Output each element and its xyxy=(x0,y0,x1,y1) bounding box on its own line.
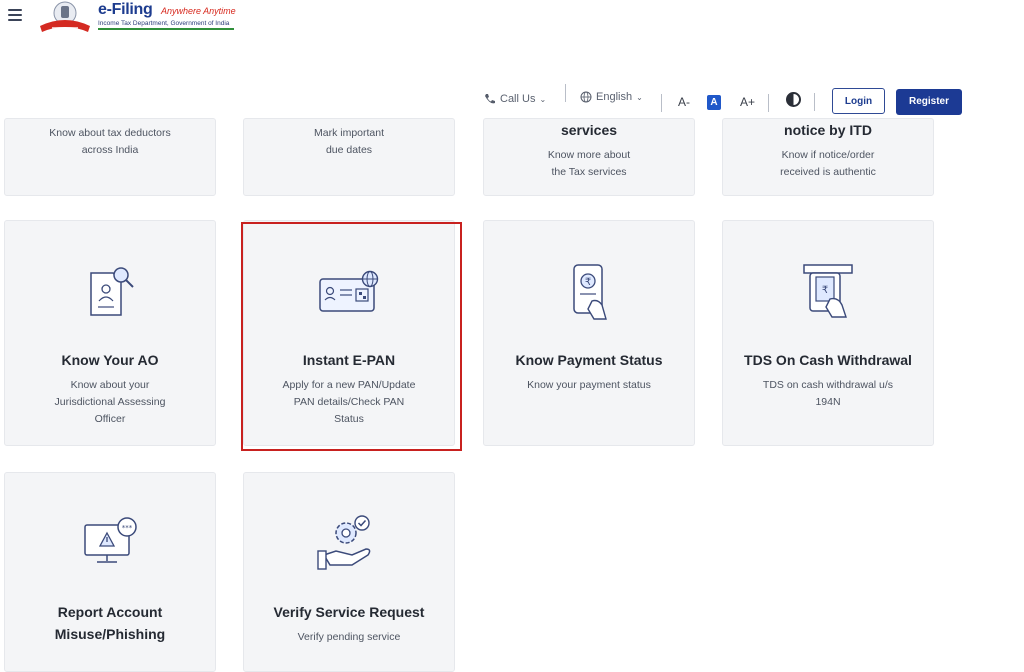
card-desc-line: Know about tax deductors xyxy=(49,127,171,139)
card-desc-line: Know if notice/order xyxy=(781,149,875,161)
card-desc-line: Verify pending service xyxy=(297,631,401,643)
card-desc-line: Mark important xyxy=(313,127,385,139)
font-default-button[interactable]: A xyxy=(707,95,721,110)
card-desc-line: Know your payment status xyxy=(527,379,651,391)
card-title: TDS On Cash Withdrawal xyxy=(744,352,912,368)
card-desc-line: Officer xyxy=(94,413,126,425)
document-search-icon xyxy=(90,267,134,316)
divider xyxy=(814,93,815,111)
phone-icon xyxy=(485,94,495,104)
hamburger-menu-icon[interactable] xyxy=(8,9,22,24)
hand-gear-check-icon xyxy=(317,515,371,570)
brand-underline xyxy=(98,28,234,30)
card-desc-line: received is authentic xyxy=(780,166,876,178)
card-title: notice by ITD xyxy=(784,122,872,138)
card-title-line: Misuse/Phishing xyxy=(54,626,166,642)
card-desc: Verify pending service xyxy=(266,629,432,646)
card-desc: TDS on cash withdrawal u/s 194N xyxy=(745,377,911,411)
card-desc: Know about your Jurisdictional Assessing… xyxy=(27,377,193,428)
card-tax-calendar[interactable]: Mark important due dates xyxy=(243,118,455,196)
card-title: Know Your AO xyxy=(61,352,159,368)
call-us-label: Call Us xyxy=(500,93,536,105)
card-title-line: Verify Service Request xyxy=(273,604,425,620)
svg-text:***: *** xyxy=(122,524,133,532)
card-desc: Mark important due dates xyxy=(266,125,432,159)
language-label: English xyxy=(596,91,633,103)
atm-withdrawal-icon: ₹ xyxy=(803,264,853,318)
card-desc-line: due dates xyxy=(325,144,373,156)
globe-icon xyxy=(580,91,592,103)
font-increase-button[interactable]: A+ xyxy=(740,95,755,109)
contrast-toggle-icon[interactable] xyxy=(786,92,801,107)
divider xyxy=(661,94,662,112)
language-selector[interactable]: English ⌄ xyxy=(580,82,643,112)
card-authenticate-notice[interactable]: notice by ITD Know if notice/order recei… xyxy=(722,118,934,196)
register-button[interactable]: Register xyxy=(896,89,962,115)
card-tds-on-cash-withdrawal[interactable]: ₹ TDS On Cash Withdrawal TDS on cash wit… xyxy=(722,220,934,446)
card-desc: Know if notice/order received is authent… xyxy=(745,147,911,181)
card-title: services xyxy=(560,122,618,138)
income-tax-emblem-logo[interactable] xyxy=(38,0,92,36)
monitor-warning-icon: *** xyxy=(84,517,137,563)
selection-highlight-box xyxy=(241,222,462,451)
card-desc: Know your payment status xyxy=(506,377,672,394)
card-tax-deductors[interactable]: Know about tax deductors across India xyxy=(4,118,216,196)
divider xyxy=(565,84,566,102)
card-verify-service-request[interactable]: Verify Service Request Verify pending se… xyxy=(243,472,455,672)
card-desc-line: TDS on cash withdrawal u/s xyxy=(762,379,894,391)
card-desc-line: 194N xyxy=(815,396,841,408)
card-title-line: Report Account xyxy=(57,604,163,620)
card-title: Verify Service Request xyxy=(244,601,454,623)
svg-text:₹: ₹ xyxy=(822,285,828,296)
card-desc-line: the Tax services xyxy=(551,166,627,178)
card-desc-line: across India xyxy=(81,144,139,156)
card-tax-services[interactable]: services Know more about the Tax service… xyxy=(483,118,695,196)
chevron-down-icon: ⌄ xyxy=(636,92,643,102)
card-desc-line: Jurisdictional Assessing xyxy=(54,396,166,408)
brand[interactable]: e-Filing Anywhere Anytime Income Tax Dep… xyxy=(98,1,236,30)
call-us-link[interactable]: Call Us ⌄ xyxy=(484,84,546,114)
card-desc: Know more about the Tax services xyxy=(506,147,672,181)
login-button[interactable]: Login xyxy=(832,88,885,114)
divider xyxy=(768,94,769,112)
card-title: Report Account Misuse/Phishing xyxy=(5,601,215,645)
brand-title: e-Filing xyxy=(98,1,153,18)
chevron-down-icon: ⌄ xyxy=(539,94,547,104)
card-desc-line: Know about your xyxy=(70,379,150,391)
card-know-your-ao[interactable]: Know Your AO Know about your Jurisdictio… xyxy=(4,220,216,446)
card-desc-line: Know more about xyxy=(547,149,631,161)
phone-payment-icon: ₹ xyxy=(573,264,607,320)
card-report-account-misuse[interactable]: *** Report Account Misuse/Phishing xyxy=(4,472,216,672)
brand-tagline: Anywhere Anytime xyxy=(160,6,236,16)
brand-subtitle: Income Tax Department, Government of Ind… xyxy=(98,20,230,27)
card-know-payment-status[interactable]: ₹ Know Payment Status Know your payment … xyxy=(483,220,695,446)
font-decrease-button[interactable]: A- xyxy=(678,95,690,109)
card-desc: Know about tax deductors across India xyxy=(27,125,193,159)
card-title: Know Payment Status xyxy=(515,352,663,368)
svg-text:₹: ₹ xyxy=(585,277,591,288)
